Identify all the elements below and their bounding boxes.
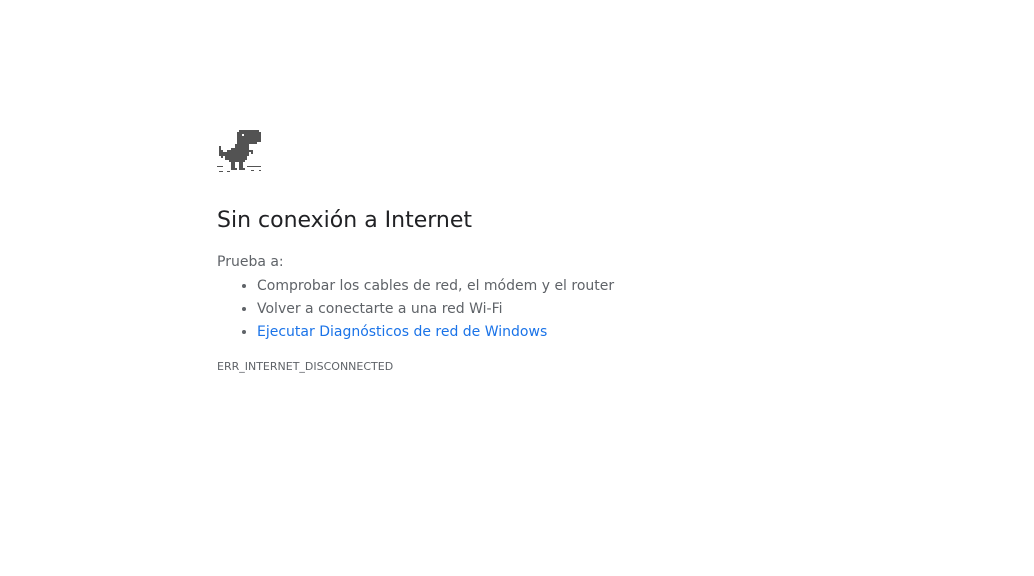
dinosaur-icon[interactable] — [217, 128, 263, 174]
list-item: Ejecutar Diagnósticos de red de Windows — [257, 321, 917, 344]
error-container: Sin conexión a Internet Prueba a: Compro… — [217, 128, 917, 375]
list-item: Volver a conectarte a una red Wi-Fi — [257, 298, 917, 321]
suggestions-heading: Prueba a: — [217, 254, 284, 270]
page-title: Sin conexión a Internet — [217, 208, 473, 233]
network-diagnostics-link[interactable]: Ejecutar Diagnósticos de red de Windows — [257, 324, 547, 340]
list-item: Comprobar los cables de red, el módem y … — [257, 275, 917, 298]
suggestions-list: Comprobar los cables de red, el módem y … — [217, 275, 917, 344]
error-code: ERR_INTERNET_DISCONNECTED — [217, 360, 394, 373]
